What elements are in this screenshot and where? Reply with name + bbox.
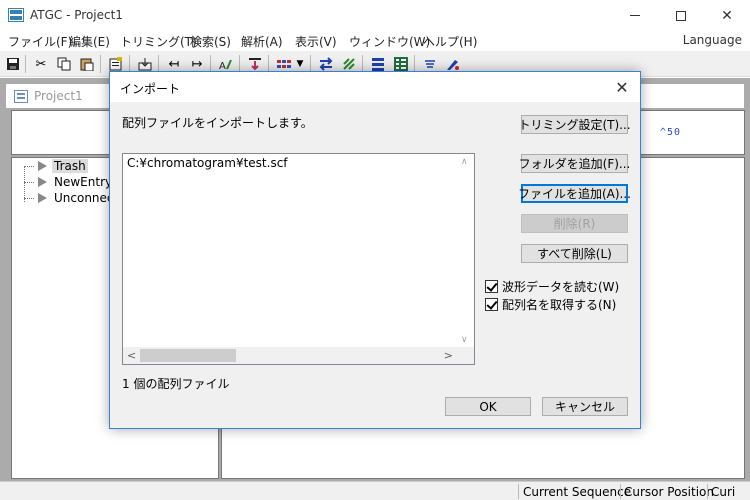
- status-current-sequence: Current Sequence: [523, 485, 632, 499]
- add-folder-button[interactable]: フォルダを追加(F)...: [519, 154, 630, 173]
- scroll-corner: [457, 347, 474, 364]
- menu-bar: ファイル(F) 編集(E) トリミング(T) 検索(S) 解析(A) 表示(V)…: [0, 31, 750, 51]
- svg-text:A: A: [219, 61, 226, 71]
- status-bar: Current Sequence Cursor Position Curi: [0, 481, 750, 500]
- status-cursor-extra: Curi: [711, 485, 736, 499]
- tree-item-label: NewEntry: [54, 175, 113, 189]
- tree-connector: [24, 166, 25, 202]
- menu-help[interactable]: ヘルプ(H): [423, 33, 477, 50]
- trim-settings-button[interactable]: トリミング設定(T)...: [518, 115, 631, 134]
- toolbar-separator: [100, 55, 101, 73]
- ruler-label: ^50: [660, 127, 682, 138]
- menu-trimming[interactable]: トリミング(T): [120, 33, 197, 50]
- minimize-button[interactable]: [612, 0, 658, 31]
- status-divider: [620, 484, 621, 499]
- menu-view[interactable]: 表示(V): [295, 33, 337, 50]
- dialog-description: 配列ファイルをインポートします。: [122, 116, 313, 130]
- cancel-button[interactable]: キャンセル: [542, 397, 628, 416]
- document-icon: [14, 90, 28, 103]
- expand-arrow-icon[interactable]: [38, 161, 47, 171]
- title-bar: ATGC - Project1 ✕: [0, 0, 750, 31]
- close-button[interactable]: ✕: [704, 0, 750, 31]
- scroll-right-icon[interactable]: >: [444, 349, 453, 362]
- horizontal-scrollbar[interactable]: < >: [123, 347, 457, 364]
- close-icon: ✕: [615, 77, 629, 97]
- expand-arrow-icon[interactable]: [38, 177, 47, 187]
- menu-window[interactable]: ウィンドウ(W): [349, 33, 430, 50]
- expand-arrow-icon[interactable]: [38, 193, 47, 203]
- tree-connector: [24, 166, 34, 167]
- scroll-up-icon[interactable]: ∧: [461, 157, 468, 167]
- scroll-thumb[interactable]: [140, 349, 236, 362]
- paste-icon[interactable]: [77, 54, 97, 74]
- project-title: Project1: [34, 89, 83, 103]
- remove-button[interactable]: 削除(R): [521, 214, 628, 233]
- menu-edit[interactable]: 編集(E): [69, 33, 110, 50]
- checkbox-label: 波形データを読む(W): [502, 279, 620, 294]
- import-dialog: インポート ✕ 配列ファイルをインポートします。 C:¥chromatogram…: [109, 71, 641, 429]
- list-item[interactable]: C:¥chromatogram¥test.scf: [127, 156, 288, 170]
- menu-search[interactable]: 検索(S): [190, 33, 231, 50]
- get-sequence-name-checkbox[interactable]: 配列名を取得する(N): [485, 296, 616, 312]
- file-list[interactable]: C:¥chromatogram¥test.scf ∧ ∨ < >: [122, 153, 475, 365]
- scroll-left-icon[interactable]: <: [127, 349, 136, 362]
- scroll-down-icon[interactable]: ∨: [461, 335, 468, 345]
- maximize-icon: [676, 10, 686, 21]
- dialog-title-bar: インポート ✕: [110, 72, 640, 102]
- file-count-label: 1 個の配列ファイル: [122, 377, 230, 391]
- maximize-button[interactable]: [658, 0, 704, 31]
- checkbox-checked-icon[interactable]: [485, 297, 498, 311]
- status-cursor-position: Cursor Position: [624, 485, 714, 499]
- checkbox-label: 配列名を取得する(N): [502, 297, 617, 312]
- menu-file[interactable]: ファイル(F): [8, 33, 72, 50]
- remove-all-button[interactable]: すべて削除(L): [521, 244, 628, 263]
- language-menu[interactable]: Language: [683, 33, 742, 47]
- ok-button[interactable]: OK: [445, 397, 531, 416]
- save-icon[interactable]: [3, 54, 23, 74]
- add-file-button[interactable]: ファイルを追加(A)...: [518, 184, 631, 203]
- window-title: ATGC - Project1: [30, 8, 123, 22]
- menu-analysis[interactable]: 解析(A): [241, 33, 283, 50]
- copy-icon[interactable]: [54, 54, 74, 74]
- tree-item-label: Trash: [52, 159, 88, 173]
- tree-connector: [24, 198, 34, 199]
- status-divider: [518, 484, 519, 499]
- close-icon: ✕: [721, 7, 733, 24]
- checkbox-checked-icon[interactable]: [485, 279, 498, 293]
- cut-icon[interactable]: ✂: [31, 54, 51, 74]
- read-waveform-checkbox[interactable]: 波形データを読む(W): [485, 278, 619, 294]
- tree-connector: [24, 182, 34, 183]
- toolbar-separator: [25, 55, 26, 73]
- status-divider: [707, 484, 708, 499]
- dialog-close-button[interactable]: ✕: [610, 76, 634, 98]
- app-icon: [8, 8, 24, 22]
- dialog-title: インポート: [120, 82, 181, 96]
- vertical-scrollbar[interactable]: ∧ ∨: [457, 154, 474, 347]
- minimize-icon: [630, 15, 640, 16]
